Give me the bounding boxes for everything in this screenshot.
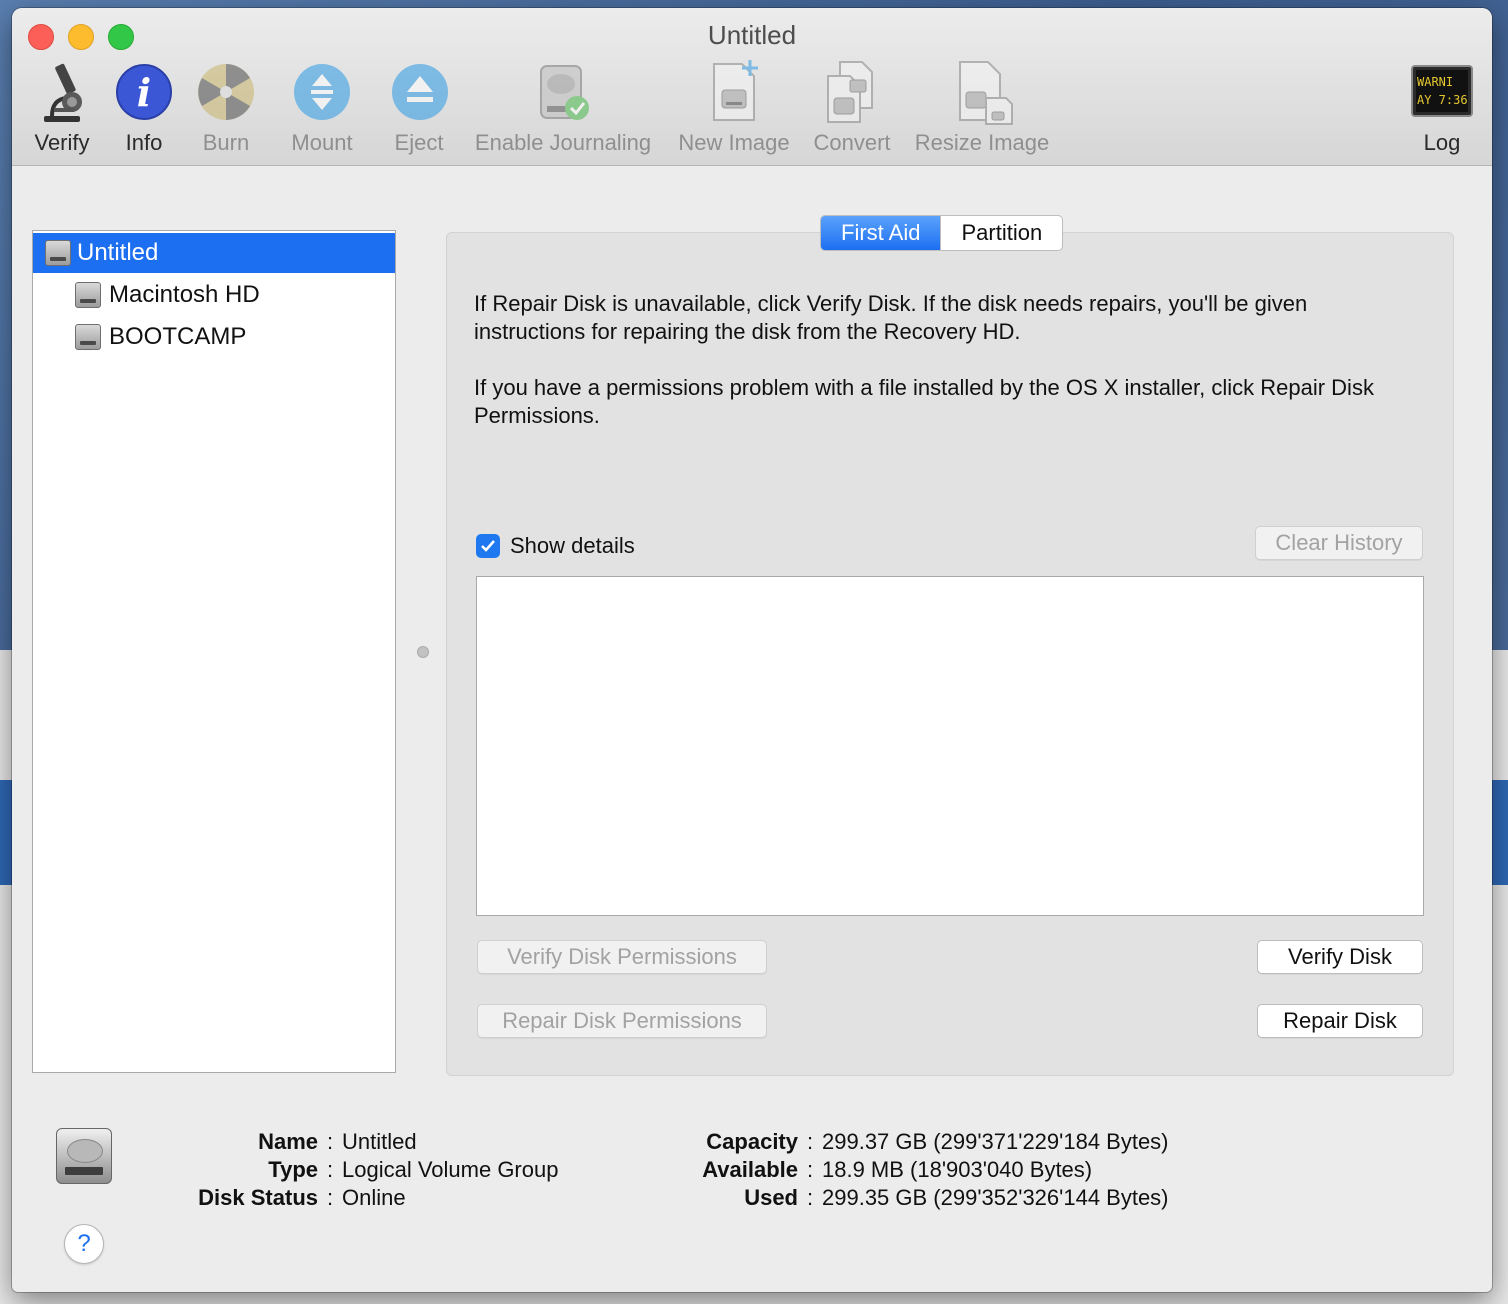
info-type-row: Type: Logical Volume Group <box>162 1156 558 1184</box>
sidebar-item-label: Untitled <box>77 239 159 266</box>
info-available-row: Available:18.9 MB (18'903'040 Bytes) <box>652 1156 1092 1184</box>
toolbar-eject-button[interactable]: Eject <box>388 58 450 156</box>
sidebar-item-label: Macintosh HD <box>109 281 260 308</box>
clear-history-button[interactable]: Clear History <box>1255 526 1423 560</box>
eject-icon <box>388 58 452 126</box>
show-details-checkbox[interactable] <box>476 534 500 558</box>
toolbar-burn-button[interactable]: Burn <box>194 58 258 156</box>
toolbar-label: Resize Image <box>914 130 1050 155</box>
sidebar-item-label: BOOTCAMP <box>109 323 247 350</box>
disk-list-sidebar[interactable]: Untitled Macintosh HD BOOTCAMP <box>32 230 396 1073</box>
show-details-label[interactable]: Show details <box>510 530 635 562</box>
first-aid-instructions-1: If Repair Disk is unavailable, click Ver… <box>474 291 1308 344</box>
resize-image-icon <box>950 58 1014 126</box>
info-capacity-row: Capacity:299.37 GB (299'371'229'184 Byte… <box>652 1128 1169 1156</box>
info-status-row: Disk Status: Online <box>162 1184 406 1212</box>
svg-text:AY 7:36: AY 7:36 <box>1417 93 1468 107</box>
checkmark-icon <box>481 540 495 552</box>
tab-partition[interactable]: Partition <box>940 216 1062 250</box>
details-log-area[interactable] <box>476 576 1424 916</box>
repair-disk-button[interactable]: Repair Disk <box>1257 1004 1423 1038</box>
info-used-row: Used:299.35 GB (299'352'326'144 Bytes) <box>652 1184 1169 1212</box>
toolbar-verify-button[interactable]: Verify <box>30 58 94 156</box>
info-name-label: Name <box>258 1129 318 1154</box>
hard-disk-icon <box>75 324 101 350</box>
toolbar-label: Eject <box>394 130 444 155</box>
info-type-value: Logical Volume Group <box>342 1157 559 1182</box>
disk-info-icon <box>56 1128 112 1184</box>
toolbar-label: Burn <box>202 130 250 155</box>
title-toolbar: Untitled Verify i Info Burn Mount Eject … <box>12 8 1492 166</box>
info-name-value: Untitled <box>342 1129 417 1154</box>
svg-text:WARNI: WARNI <box>1417 75 1453 89</box>
info-name-row: Name: Untitled <box>162 1128 417 1156</box>
info-available-label: Available <box>702 1157 798 1182</box>
toolbar-label: New Image <box>678 130 790 155</box>
sidebar-item-untitled[interactable]: Untitled <box>33 233 395 273</box>
new-image-icon <box>702 58 766 126</box>
verify-disk-permissions-button[interactable]: Verify Disk Permissions <box>477 940 767 974</box>
toolbar-convert-button[interactable]: Convert <box>810 58 894 156</box>
toolbar-resize-image-button[interactable]: Resize Image <box>910 58 1054 156</box>
tab-bar: First Aid Partition <box>820 215 1064 251</box>
journaling-icon <box>531 58 595 126</box>
info-icon: i <box>112 58 176 126</box>
toolbar-info-button[interactable]: i Info <box>112 58 176 156</box>
first-aid-instructions-2: If you have a permissions problem with a… <box>474 375 1374 428</box>
mount-icon <box>290 58 354 126</box>
sidebar-item-macintosh-hd[interactable]: Macintosh HD <box>33 275 395 315</box>
window-title: Untitled <box>707 20 797 50</box>
toolbar-mount-button[interactable]: Mount <box>289 58 355 156</box>
info-used-value: 299.35 GB (299'352'326'144 Bytes) <box>822 1185 1169 1210</box>
sidebar-item-bootcamp[interactable]: BOOTCAMP <box>33 317 395 357</box>
burn-disc-icon <box>194 58 258 126</box>
toolbar-enable-journaling-button[interactable]: Enable Journaling <box>468 58 658 156</box>
verify-disk-button[interactable]: Verify Disk <box>1257 940 1423 974</box>
toolbar-label: Log <box>1423 130 1461 155</box>
info-available-value: 18.9 MB (18'903'040 Bytes) <box>822 1157 1093 1182</box>
log-console-icon: WARNI AY 7:36 <box>1410 58 1474 126</box>
hard-disk-icon <box>75 282 101 308</box>
info-capacity-value: 299.37 GB (299'371'229'184 Bytes) <box>822 1129 1169 1154</box>
info-type-label: Type <box>268 1157 318 1182</box>
toolbar-new-image-button[interactable]: New Image <box>674 58 794 156</box>
convert-icon <box>820 58 884 126</box>
repair-disk-permissions-button[interactable]: Repair Disk Permissions <box>477 1004 767 1038</box>
info-used-label: Used <box>744 1185 798 1210</box>
info-status-value: Online <box>342 1185 406 1210</box>
toolbar-label: Verify <box>34 130 90 155</box>
toolbar-log-button[interactable]: WARNI AY 7:36 Log <box>1410 58 1474 156</box>
help-button[interactable]: ? <box>64 1224 104 1264</box>
toolbar-label: Mount <box>291 130 353 155</box>
toolbar-label: Info <box>125 130 163 155</box>
info-status-label: Disk Status <box>198 1185 318 1210</box>
toolbar-label: Convert <box>813 130 891 155</box>
info-capacity-label: Capacity <box>706 1129 798 1154</box>
microscope-icon <box>30 58 94 126</box>
volume-group-icon <box>45 240 71 266</box>
tab-first-aid[interactable]: First Aid <box>821 216 941 250</box>
svg-text:i: i <box>137 70 151 115</box>
toolbar-label: Enable Journaling <box>474 130 652 155</box>
disk-utility-window: Untitled Verify i Info Burn Mount Eject … <box>12 8 1492 1292</box>
splitter-handle[interactable] <box>417 646 429 658</box>
